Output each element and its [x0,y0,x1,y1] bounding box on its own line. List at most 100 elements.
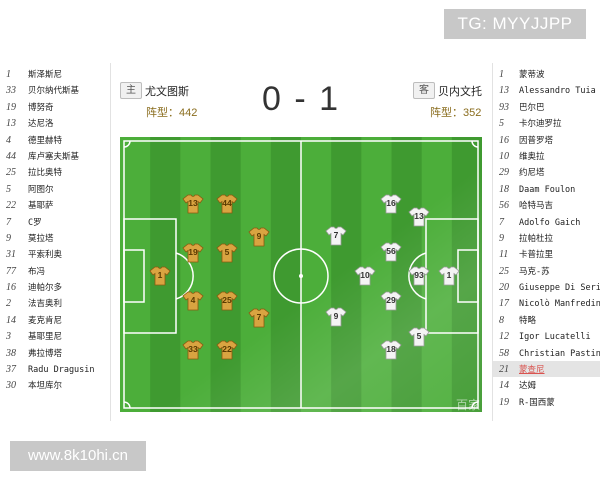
home-roster-row[interactable]: 14 麦克肯尼 [0,312,110,328]
home-player-jersey-icon[interactable]: 19 [182,243,204,263]
player-name[interactable]: 斯泽斯尼 [28,67,62,82]
away-player-jersey-icon[interactable]: 93 [408,266,430,286]
away-roster-row[interactable]: 29 约尼塔 [493,164,600,180]
player-name[interactable]: 维奥拉 [519,149,545,164]
home-roster-row[interactable]: 25 拉比奥特 [0,164,110,180]
player-name[interactable]: 平索利奥 [28,247,62,262]
home-player-jersey-icon[interactable]: 13 [182,194,204,214]
player-name[interactable]: Adolfo Gaich [519,215,580,230]
player-name[interactable]: 拉比奥特 [28,165,62,180]
player-name[interactable]: 库卢塞夫斯基 [28,149,79,164]
away-roster-row[interactable]: 19 R-国西蒙 [493,394,600,410]
player-name[interactable]: 麦克肯尼 [28,313,62,328]
away-roster-row[interactable]: 9 拉帕杜拉 [493,230,600,246]
home-team-name[interactable]: 尤文图斯 [145,83,189,99]
away-roster-row[interactable]: 13 Alessandro Tuia [493,82,600,98]
home-player-jersey-icon[interactable]: 4 [182,291,204,311]
player-name[interactable]: Daam Foulon [519,182,575,197]
player-name[interactable]: 拉帕杜拉 [519,231,553,246]
player-name[interactable]: 博努奇 [28,100,54,115]
away-player-jersey-icon[interactable]: 29 [380,291,402,311]
home-player-jersey-icon[interactable]: 1 [149,266,171,286]
player-name[interactable]: 特略 [519,313,536,328]
player-name[interactable]: 本坦库尔 [28,378,62,393]
player-name[interactable]: 卡普拉里 [519,247,553,262]
away-roster-row[interactable]: 17 Nicolò Manfredini [493,295,600,311]
away-player-jersey-icon[interactable]: 56 [380,242,402,262]
home-roster-row[interactable]: 9 莫拉塔 [0,230,110,246]
player-name[interactable]: C罗 [28,215,42,230]
home-roster-row[interactable]: 37 Radu Dragusin [0,361,110,377]
away-roster-row[interactable]: 58 Christian Pastina [493,345,600,361]
player-name[interactable]: 蒙查尼 [519,362,545,377]
home-player-jersey-icon[interactable]: 7 [248,308,270,328]
home-roster-row[interactable]: 16 迪帕尔多 [0,279,110,295]
away-player-jersey-icon[interactable]: 7 [325,226,347,246]
player-name[interactable]: 弗拉博塔 [28,346,62,361]
player-name[interactable]: Igor Lucatelli [519,329,591,344]
home-roster-row[interactable]: 77 布冯 [0,263,110,279]
home-roster-row[interactable]: 13 达尼洛 [0,115,110,131]
player-name[interactable]: Radu Dragusin [28,362,95,377]
player-name[interactable]: 阿图尔 [28,182,54,197]
away-team-name[interactable]: 贝内文托 [438,83,482,99]
player-name[interactable]: 迪帕尔多 [28,280,62,295]
away-roster-row[interactable]: 20 Giuseppe Di Serio [493,279,600,295]
player-name[interactable]: Nicolò Manfredini [519,296,600,311]
away-roster-row[interactable]: 16 因普罗塔 [493,132,600,148]
home-player-jersey-icon[interactable]: 25 [216,291,238,311]
away-roster-row[interactable]: 21 蒙查尼 [493,361,600,378]
player-name[interactable]: 基耶里尼 [28,329,62,344]
home-player-jersey-icon[interactable]: 44 [216,194,238,214]
home-roster-row[interactable]: 44 库卢塞夫斯基 [0,148,110,164]
away-player-jersey-icon[interactable]: 16 [380,194,402,214]
away-roster-row[interactable]: 10 维奥拉 [493,148,600,164]
home-roster-row[interactable]: 19 博努奇 [0,99,110,115]
away-roster-row[interactable]: 25 马克-苏 [493,263,600,279]
player-name[interactable]: 德里赫特 [28,133,62,148]
away-roster-row[interactable]: 7 Adolfo Gaich [493,214,600,230]
player-name[interactable]: 约尼塔 [519,165,545,180]
away-roster-row[interactable]: 8 特略 [493,312,600,328]
player-name[interactable]: 基耶萨 [28,198,54,213]
home-roster-row[interactable]: 22 基耶萨 [0,197,110,213]
home-player-jersey-icon[interactable]: 5 [216,243,238,263]
away-player-jersey-icon[interactable]: 1 [438,266,460,286]
away-player-jersey-icon[interactable]: 5 [408,327,430,347]
away-roster-row[interactable]: 18 Daam Foulon [493,181,600,197]
player-name[interactable]: 布冯 [28,264,45,279]
player-name[interactable]: 蒙蒂波 [519,67,545,82]
home-roster-row[interactable]: 31 平索利奥 [0,246,110,262]
player-name[interactable]: 达姆 [519,378,536,393]
away-player-jersey-icon[interactable]: 10 [354,266,376,286]
away-roster-row[interactable]: 1 蒙蒂波 [493,66,600,82]
player-name[interactable]: R-国西蒙 [519,395,555,410]
away-roster-row[interactable]: 56 哈特马吉 [493,197,600,213]
home-player-jersey-icon[interactable]: 22 [216,340,238,360]
player-name[interactable]: 巴尔巴 [519,100,545,115]
player-name[interactable]: 莫拉塔 [28,231,54,246]
player-name[interactable]: 哈特马吉 [519,198,553,213]
player-name[interactable]: 马克-苏 [519,264,550,279]
home-roster-row[interactable]: 33 贝尔纳代斯基 [0,82,110,98]
home-roster-row[interactable]: 3 基耶里尼 [0,328,110,344]
player-name[interactable]: Christian Pastina [519,346,600,361]
home-roster-row[interactable]: 4 德里赫特 [0,132,110,148]
player-name[interactable]: 贝尔纳代斯基 [28,83,79,98]
home-roster-row[interactable]: 2 法吉奥利 [0,295,110,311]
home-roster-row[interactable]: 30 本坦库尔 [0,377,110,393]
home-roster-row[interactable]: 5 阿图尔 [0,181,110,197]
away-player-jersey-icon[interactable]: 18 [380,340,402,360]
home-roster-row[interactable]: 1 斯泽斯尼 [0,66,110,82]
player-name[interactable]: Giuseppe Di Serio [519,280,600,295]
home-player-jersey-icon[interactable]: 33 [182,340,204,360]
player-name[interactable]: 卡尔迪罗拉 [519,116,562,131]
player-name[interactable]: 因普罗塔 [519,133,553,148]
away-roster-row[interactable]: 11 卡普拉里 [493,246,600,262]
away-roster-row[interactable]: 5 卡尔迪罗拉 [493,115,600,131]
home-player-jersey-icon[interactable]: 9 [248,227,270,247]
away-roster-row[interactable]: 14 达姆 [493,377,600,393]
away-player-jersey-icon[interactable]: 13 [408,207,430,227]
home-roster-row[interactable]: 38 弗拉博塔 [0,345,110,361]
player-name[interactable]: Alessandro Tuia [519,83,596,98]
